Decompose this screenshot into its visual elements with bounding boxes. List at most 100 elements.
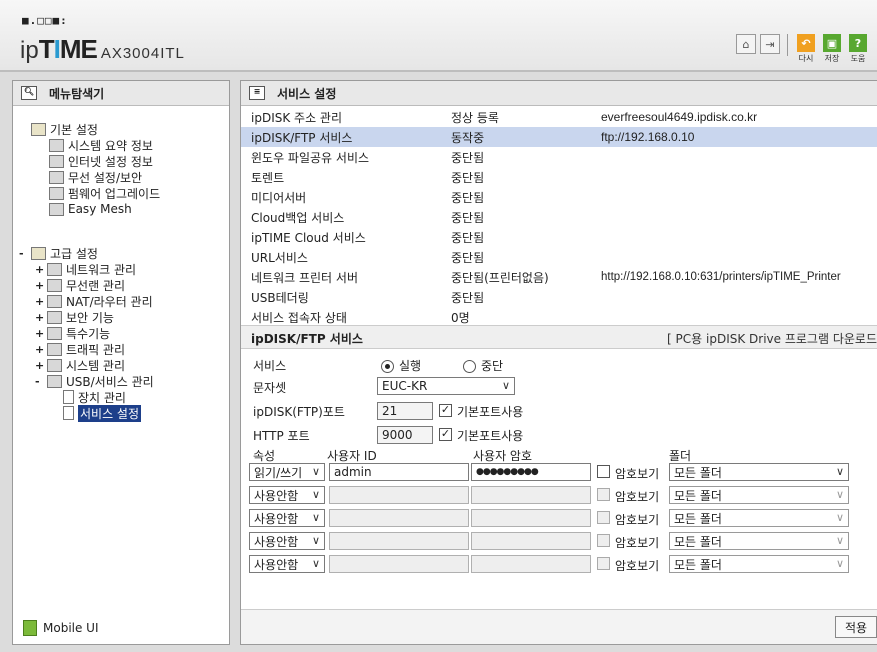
menu-item-internet-info[interactable]: 인터넷 설정 정보 [49,153,153,169]
menu-item-device-manage[interactable]: 장치 관리 [63,389,126,405]
menu-item-system[interactable]: + 시스템 관리 [35,357,125,373]
menu-advanced-settings[interactable]: - 고급 설정 [19,245,98,261]
expand-icon[interactable]: + [35,327,45,340]
service-settings-panel: ≡ 서비스 설정 ipDISK 주소 관리 정상 등록 everfreesoul46… [240,80,877,645]
user-id-input[interactable] [329,555,469,573]
menu-item-special[interactable]: + 특수기능 [35,325,110,341]
menu-basic-settings[interactable]: 기본 설정 [31,121,98,137]
menu-item-security[interactable]: + 보안 기능 [35,309,114,325]
expand-icon[interactable]: + [35,343,45,356]
status-row: USB테더링 중단됨 [251,290,485,305]
user-id-input[interactable]: admin [329,463,469,481]
radio-checked-icon [381,360,394,373]
user-password-input[interactable] [471,486,591,504]
help-button[interactable]: ? 도움 [847,34,869,64]
user-attr-select[interactable]: 사용안함 ∨ [249,509,325,527]
back-label: 다시 [798,54,814,63]
folder-select[interactable]: 모든 폴더 ∨ [669,486,849,504]
user-attr-select[interactable]: 사용안함 ∨ [249,532,325,550]
menu-item-wireless-security[interactable]: 무선 설정/보안 [49,169,142,185]
menu-item-easy-mesh[interactable]: Easy Mesh [49,201,132,217]
header-toolbar: ⌂ ⇥ ↶ 다시 ▣ 저장 ? 도움 [736,34,869,64]
apply-bar: 적용 [241,609,877,644]
logout-icon[interactable]: ⇥ [760,34,780,54]
stop-radio[interactable]: 중단 [463,357,503,374]
user-password-input[interactable] [471,555,591,573]
expand-icon[interactable]: + [35,359,45,372]
expand-icon[interactable]: + [35,311,45,324]
user-id-input[interactable] [329,509,469,527]
collapse-icon[interactable]: - [35,375,45,388]
expand-icon[interactable]: + [35,295,45,308]
status-row: 네트워크 프린터 서버 중단됨(프린터없음) http://192.168.0.10… [251,270,841,285]
user-id-input[interactable] [329,532,469,550]
home-icon[interactable]: ⌂ [736,34,756,54]
menu-item-usb-service[interactable]: - USB/서비스 관리 [35,373,154,389]
menu-item-firmware[interactable]: 펌웨어 업그레이드 [49,185,160,201]
apply-button[interactable]: 적용 [835,616,877,638]
menu-item-network[interactable]: + 네트워크 관리 [35,261,136,277]
folder-select[interactable]: 모든 폴더 ∨ [669,532,849,550]
chevron-down-icon: ∨ [311,534,320,547]
menu-explorer: 🔍︎ 메뉴탐색기 기본 설정 시스템 요약 정보 인터넷 설정 정보 무선 설정… [12,80,230,645]
chevron-down-icon: ∨ [311,465,320,478]
menu-item-traffic[interactable]: + 트래픽 관리 [35,341,125,357]
run-radio[interactable]: 실행 [381,357,421,374]
chevron-down-icon: ∨ [311,557,320,570]
expand-icon[interactable]: + [35,279,45,292]
charset-select[interactable]: EUC-KR ∨ [377,377,515,395]
folder-select[interactable]: 모든 폴더 ∨ [669,463,849,481]
folder-icon [31,246,46,260]
toolbar-divider [787,34,788,56]
page-icon: ≡ [249,86,265,100]
show-password-checkbox[interactable] [597,511,610,524]
collapse-icon[interactable]: - [19,247,29,260]
user-attr-select[interactable]: 읽기/쓰기 ∨ [249,463,325,481]
col-folder-header: 폴더 [669,449,692,463]
ftp-default-port-label: 기본포트사용 [457,405,524,419]
help-icon: ? [849,34,867,52]
ftp-port-input[interactable]: 21 [377,402,433,420]
user-id-input[interactable] [329,486,469,504]
monitor-icon [49,154,64,168]
show-password-checkbox[interactable] [597,557,610,570]
col-pass-header: 사용자 암호 [473,449,533,463]
menu-item-wireless-lan[interactable]: + 무선랜 관리 [35,277,125,293]
menu-item-nat-router[interactable]: + NAT/라우터 관리 [35,293,153,309]
page-icon [63,406,74,420]
menu-item-service-settings[interactable]: 서비스 설정 [63,404,142,422]
expand-icon[interactable]: + [35,263,45,276]
show-password-checkbox[interactable] [597,488,610,501]
mobile-ui-link[interactable]: Mobile UI [23,620,99,636]
show-password-label: 암호보기 [615,513,660,527]
back-button[interactable]: ↶ 다시 [795,34,817,64]
ftp-default-port-checkbox[interactable]: ✓ [439,404,452,417]
chevron-down-icon: ∨ [311,511,320,524]
show-password-checkbox[interactable] [597,465,610,478]
show-password-label: 암호보기 [615,467,660,481]
folder-select[interactable]: 모든 폴더 ∨ [669,555,849,573]
menu-item-system-summary[interactable]: 시스템 요약 정보 [49,137,153,153]
user-password-input[interactable] [471,532,591,550]
save-button[interactable]: ▣ 저장 [821,34,843,64]
user-attr-select[interactable]: 사용안함 ∨ [249,555,325,573]
top-header: ■.□□■: ipTIME AX3004ITL ⌂ ⇥ ↶ 다시 ▣ 저장 ? 도… [0,0,877,72]
chevron-down-icon: ∨ [835,511,844,524]
user-attr-select[interactable]: 사용안함 ∨ [249,486,325,504]
wireless-icon [47,278,62,292]
user-password-input[interactable]: ●●●●●●●●● [471,463,591,481]
status-row: 서비스 접속자 상태 0명 [251,310,470,325]
service-status-table: ipDISK 주소 관리 정상 등록 everfreesoul4649.ipdisk… [241,107,877,327]
upgrade-icon [49,186,64,200]
show-password-checkbox[interactable] [597,534,610,547]
http-default-port-checkbox[interactable]: ✓ [439,428,452,441]
status-row: ipTIME Cloud 서비스 중단됨 [251,230,485,245]
http-port-label: HTTP 포트 [253,429,310,443]
folder-select[interactable]: 모든 폴더 ∨ [669,509,849,527]
status-row: 미디어서버 중단됨 [251,190,485,205]
system-icon [47,358,62,372]
brand-time: TIME [38,34,98,64]
http-port-input[interactable]: 9000 [377,426,433,444]
user-password-input[interactable] [471,509,591,527]
ipdisk-drive-download-link[interactable]: [ PC용 ipDISK Drive 프로그램 다운로드 [667,330,877,347]
